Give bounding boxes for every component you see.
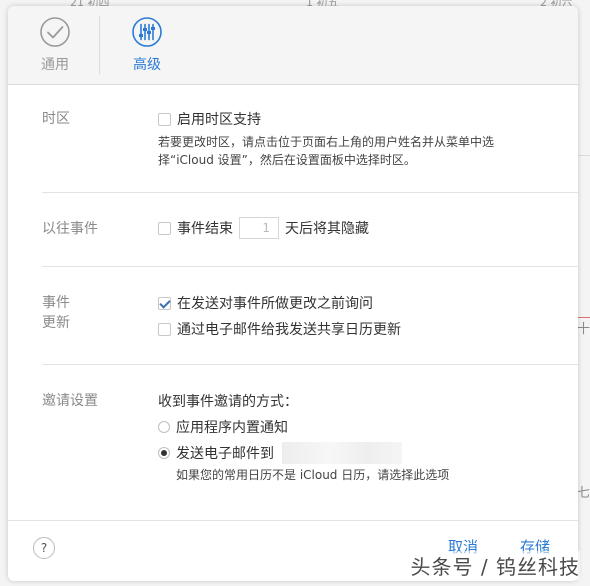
ask-before-sending-checkbox[interactable] bbox=[158, 296, 171, 310]
background-gridline bbox=[578, 155, 590, 156]
in-app-notification-option[interactable]: 应用程序内置通知 bbox=[158, 417, 288, 437]
timezone-support-label: 启用时区支持 bbox=[177, 112, 261, 128]
invitations-section-label: 邀请设置 bbox=[42, 393, 98, 409]
calendar-preferences-dialog: 通用 高级 时区 启用时区支持 若要更改时区，请点击位于页面右上角的用户姓名并从… bbox=[8, 6, 578, 581]
watermark: 头条号 / 钨丝科技 bbox=[410, 551, 580, 580]
section-divider bbox=[42, 192, 578, 193]
past-events-days-input[interactable] bbox=[239, 217, 279, 239]
past-events-option: 事件结束 天后将其隐藏 bbox=[158, 217, 369, 239]
timezone-section-label: 时区 bbox=[42, 111, 70, 127]
preferences-tabbar: 通用 高级 bbox=[8, 6, 578, 85]
in-app-notification-radio[interactable] bbox=[158, 421, 170, 433]
past-events-label-suffix: 天后将其隐藏 bbox=[285, 221, 369, 237]
tab-advanced[interactable]: 高级 bbox=[114, 16, 180, 74]
in-app-notification-label: 应用程序内置通知 bbox=[176, 420, 288, 436]
event-updates-label-line1: 事件 bbox=[42, 295, 70, 311]
background-marker: 七 bbox=[576, 486, 590, 501]
ask-before-sending-option[interactable]: 在发送对事件所做更改之前询问 bbox=[158, 293, 373, 313]
email-shared-updates-checkbox[interactable] bbox=[158, 322, 171, 336]
section-divider bbox=[42, 364, 578, 365]
event-updates-section-label: 事件 更新 bbox=[42, 293, 70, 333]
timezone-support-checkbox[interactable] bbox=[158, 112, 171, 126]
section-divider bbox=[42, 266, 578, 267]
timezone-description-line1: 若要更改时区，请点击位于页面右上角的用户姓名并从菜单中选 bbox=[158, 135, 495, 149]
send-email-radio[interactable] bbox=[158, 447, 170, 459]
checkmark-circle-icon bbox=[40, 17, 70, 47]
tab-general[interactable]: 通用 bbox=[22, 16, 88, 74]
send-email-label: 发送电子邮件到 bbox=[176, 446, 274, 462]
tab-advanced-label: 高级 bbox=[133, 57, 161, 73]
help-button[interactable]: ? bbox=[33, 537, 55, 559]
past-events-label-prefix: 事件结束 bbox=[177, 221, 233, 237]
tab-divider bbox=[99, 16, 100, 74]
email-shared-updates-label: 通过电子邮件给我发送共享日历更新 bbox=[177, 322, 401, 338]
background-marker: 十 bbox=[576, 322, 590, 337]
email-address-redacted bbox=[282, 442, 402, 464]
timezone-support-option[interactable]: 启用时区支持 bbox=[158, 109, 261, 129]
email-shared-updates-option[interactable]: 通过电子邮件给我发送共享日历更新 bbox=[158, 319, 401, 339]
send-email-option[interactable]: 发送电子邮件到 bbox=[158, 442, 402, 464]
timezone-description-line2: 择“iCloud 设置”，然后在设置面板中选择时区。 bbox=[158, 153, 416, 167]
past-events-checkbox[interactable] bbox=[158, 221, 171, 235]
past-events-section-label: 以往事件 bbox=[42, 221, 98, 237]
sliders-icon bbox=[132, 17, 162, 47]
event-updates-label-line2: 更新 bbox=[42, 315, 70, 331]
ask-before-sending-label: 在发送对事件所做更改之前询问 bbox=[177, 296, 373, 312]
tab-general-label: 通用 bbox=[41, 57, 69, 73]
send-email-note: 如果您的常用日历不是 iCloud 日历，请选择此选项 bbox=[176, 468, 450, 482]
invitations-heading: 收到事件邀请的方式： bbox=[158, 394, 298, 410]
